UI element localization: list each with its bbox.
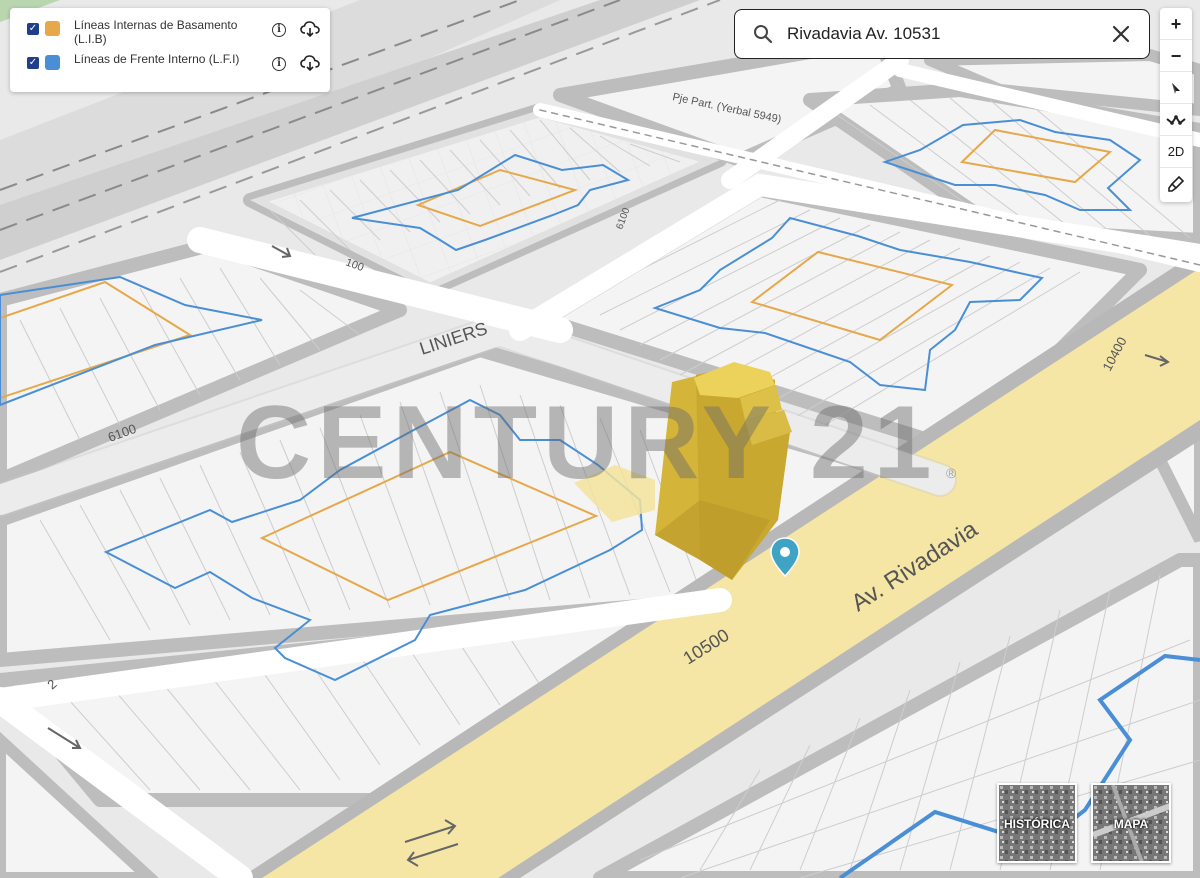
search-input[interactable] <box>787 20 1087 48</box>
basemap-historica-button[interactable]: HISTÓRICA <box>997 783 1077 863</box>
zoom-in-button[interactable]: + <box>1160 8 1192 40</box>
map-canvas[interactable]: Av. Rivadavia LINIERS Pje Part. (Yerbal … <box>0 0 1200 878</box>
cloud-download-icon[interactable] <box>300 20 320 38</box>
view-2d-button[interactable]: 2D <box>1160 136 1192 168</box>
close-icon[interactable] <box>1111 24 1131 44</box>
style-button[interactable] <box>1160 168 1192 200</box>
basemap-label: HISTÓRICA <box>1004 817 1070 831</box>
layer-row-lib: ✓ Líneas Internas de Basamento (L.I.B) i <box>10 14 330 48</box>
compass-icon <box>1172 83 1180 94</box>
layer-label-lfi: Líneas de Frente Interno (L.F.I) <box>74 52 240 66</box>
layer-swatch-lfi <box>45 55 60 70</box>
search-box <box>734 9 1150 59</box>
layer-label-lib: Líneas Internas de Basamento (L.I.B) <box>74 18 238 46</box>
measure-button[interactable] <box>1160 104 1192 136</box>
paint-brush-icon <box>1168 175 1185 192</box>
layer-swatch-lib <box>45 21 60 36</box>
search-icon <box>754 25 773 44</box>
info-icon[interactable]: i <box>272 23 286 37</box>
zoom-out-button[interactable]: − <box>1160 40 1192 72</box>
layer-row-lfi: ✓ Líneas de Frente Interno (L.F.I) i <box>10 48 330 82</box>
basemap-mapa-button[interactable]: MAPA <box>1091 783 1171 863</box>
layers-panel: ✓ Líneas Internas de Basamento (L.I.B) i… <box>10 8 330 92</box>
compass-button[interactable] <box>1160 72 1192 104</box>
cloud-download-icon[interactable] <box>300 54 320 72</box>
info-icon[interactable]: i <box>272 57 286 71</box>
measure-line-icon <box>1166 115 1186 125</box>
layer-checkbox-lib[interactable]: ✓ <box>27 23 39 35</box>
watermark: CENTURY 21 <box>236 385 938 501</box>
layer-checkbox-lfi[interactable]: ✓ <box>27 57 39 69</box>
basemap-label: MAPA <box>1113 817 1149 831</box>
map-toolbar: + − 2D <box>1160 8 1192 202</box>
watermark-registered-icon: ® <box>946 465 957 481</box>
